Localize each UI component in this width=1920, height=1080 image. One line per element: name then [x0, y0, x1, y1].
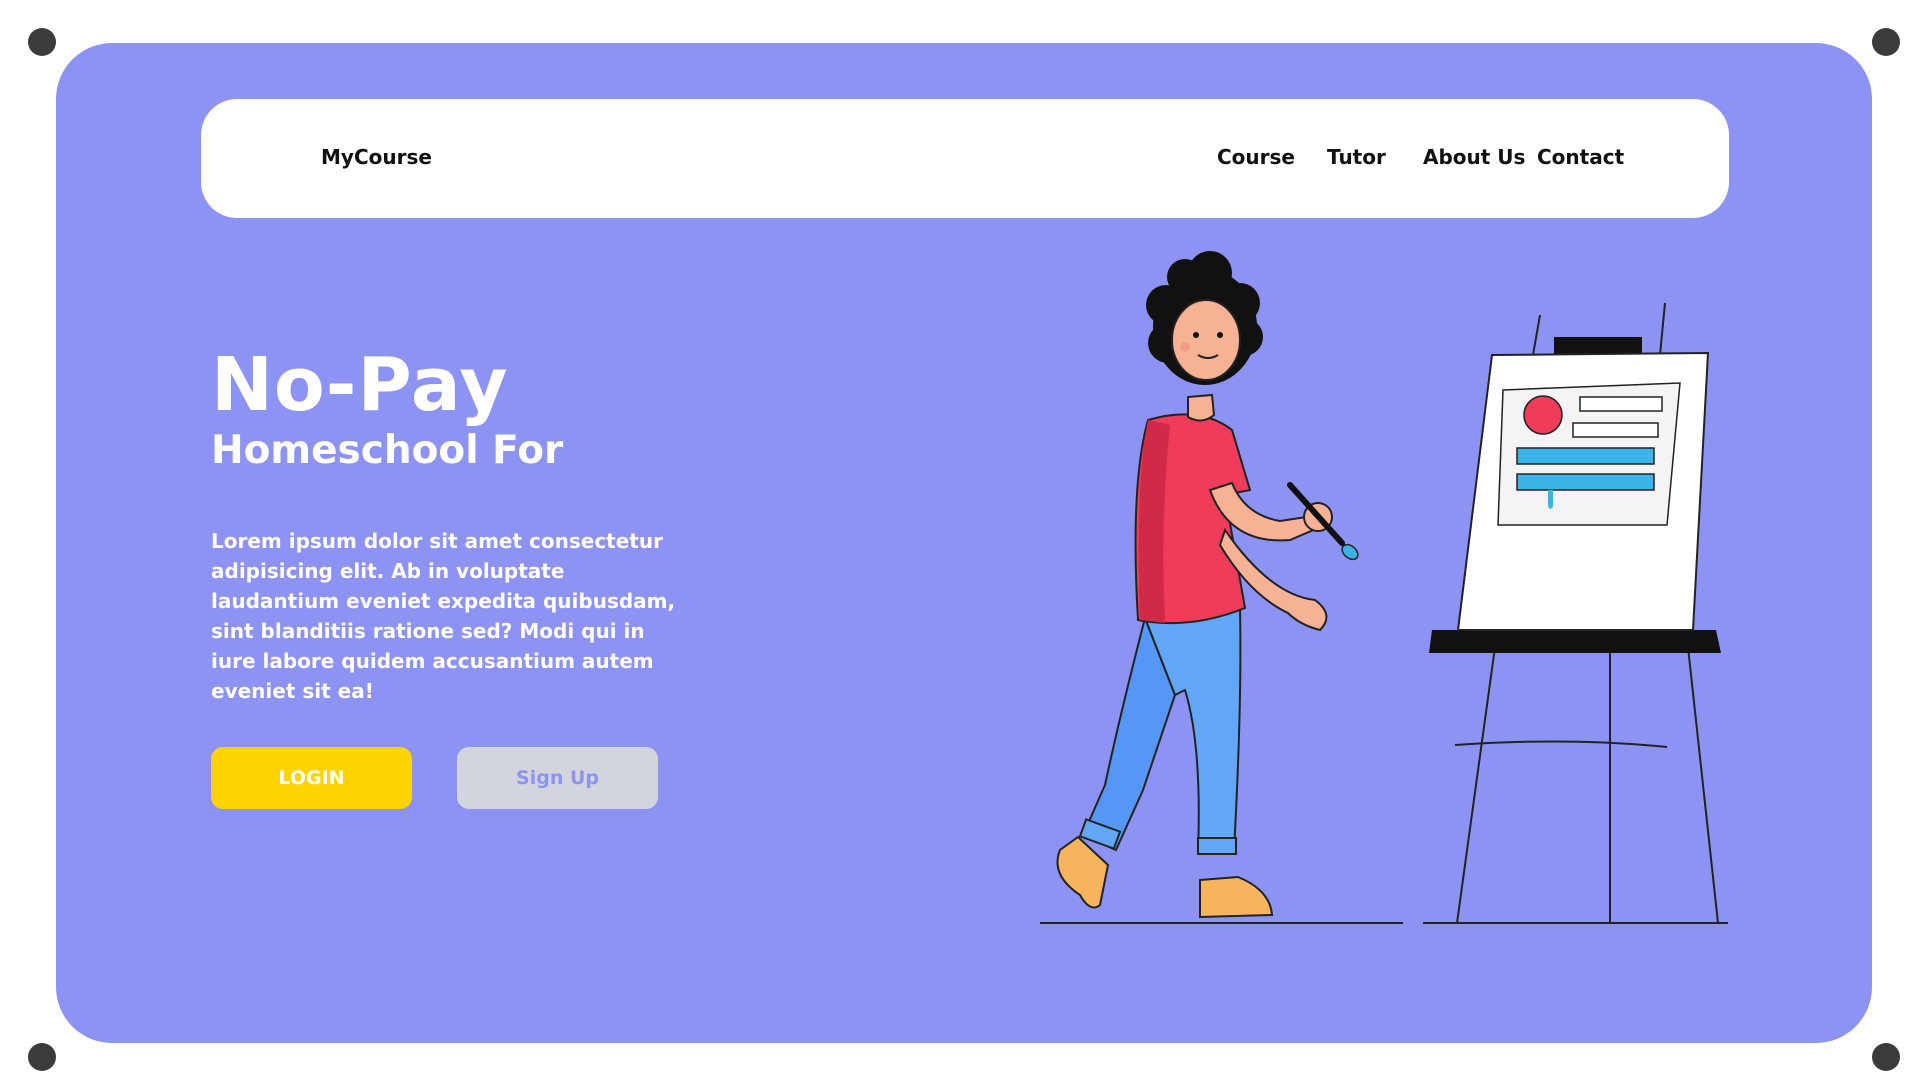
- login-button[interactable]: LOGIN: [211, 747, 412, 809]
- signup-button[interactable]: Sign Up: [457, 747, 658, 809]
- nav-link-course[interactable]: Course: [1217, 145, 1295, 169]
- corner-dot-top-right: [1872, 28, 1900, 56]
- hero-description: Lorem ipsum dolor sit amet consectetur a…: [211, 529, 676, 703]
- corner-dot-bottom-left: [28, 1043, 56, 1071]
- navbar: MyCourse Course Tutor About Us Contact: [201, 99, 1729, 218]
- corner-dot-top-left: [28, 28, 56, 56]
- nav-link-contact[interactable]: Contact: [1537, 145, 1624, 169]
- brand-logo[interactable]: MyCourse: [321, 145, 432, 169]
- girl-painting-at-easel-illustration: [1040, 251, 1728, 924]
- hero-subtitle: Homeschool For: [211, 428, 564, 473]
- nav-link-about-us[interactable]: About Us: [1423, 145, 1525, 169]
- nav-link-tutor[interactable]: Tutor: [1327, 145, 1386, 169]
- corner-dot-bottom-right: [1872, 1043, 1900, 1071]
- hero-title: No-Pay: [211, 342, 509, 428]
